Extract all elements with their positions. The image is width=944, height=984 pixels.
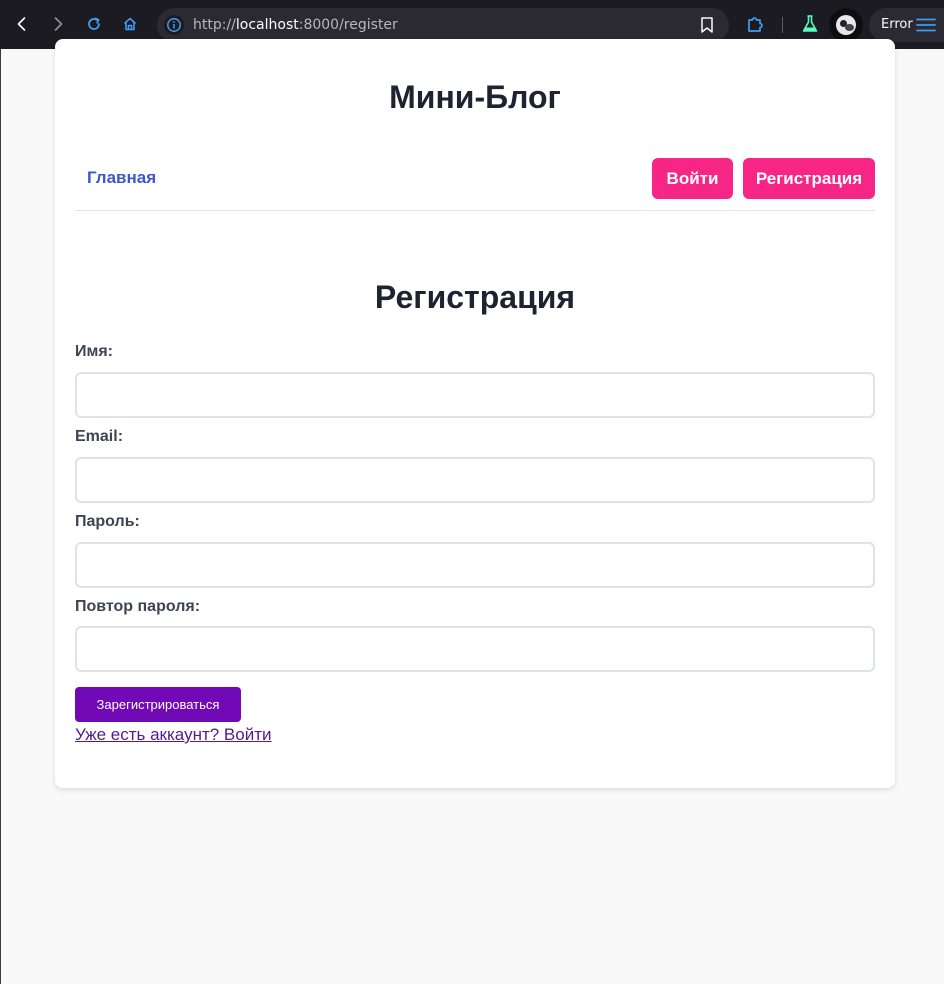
password-input[interactable] [75, 542, 875, 588]
bookmark-icon[interactable] [699, 16, 715, 39]
hamburger-menu-icon[interactable] [916, 17, 936, 33]
password-confirm-label: Повтор пароля: [75, 598, 201, 615]
url-bar[interactable]: http://localhost:8000/register [157, 8, 729, 42]
login-link[interactable]: Уже есть аккаунт? Войти [75, 725, 272, 745]
account-avatar[interactable] [829, 8, 863, 42]
nav-register-button[interactable]: Регистрация [743, 158, 875, 199]
password-label: Пароль: [75, 513, 140, 530]
nav-home-link[interactable]: Главная [87, 168, 156, 188]
error-label: Error [881, 17, 913, 32]
flask-icon[interactable] [801, 14, 819, 39]
form-title: Регистрация [374, 279, 576, 315]
url-path: :8000/register [298, 17, 398, 33]
email-label: Email: [75, 428, 124, 445]
password-confirm-input[interactable] [75, 626, 875, 672]
name-label: Имя: [75, 343, 113, 360]
toolbar-separator [782, 17, 783, 33]
puzzle-icon[interactable] [745, 14, 765, 39]
name-input[interactable] [75, 372, 875, 418]
avatar-icon [836, 15, 856, 35]
site-navigation: Главная Войти Регистрация [75, 158, 875, 211]
page-viewport: Мини-Блог Главная Войти Регистрация Реги… [0, 39, 944, 984]
reload-button[interactable] [80, 10, 108, 38]
forward-button[interactable] [44, 10, 72, 38]
content-card: Мини-Блог Главная Войти Регистрация Реги… [55, 39, 895, 788]
url-text: http://localhost:8000/register [193, 8, 398, 42]
info-icon[interactable] [164, 15, 184, 35]
home-button[interactable] [116, 10, 144, 38]
home-icon [123, 17, 137, 31]
back-button[interactable] [8, 10, 36, 38]
chevron-left-icon [17, 17, 26, 31]
email-input[interactable] [75, 457, 875, 503]
chevron-right-icon [54, 17, 63, 31]
register-submit-button[interactable]: Зарегистрироваться [75, 687, 241, 722]
site-title: Мини-Блог [389, 79, 561, 115]
url-scheme: http:// [193, 17, 236, 33]
url-host: localhost [235, 17, 299, 33]
reload-icon [88, 17, 100, 30]
error-button[interactable]: Error [869, 8, 944, 42]
nav-login-button[interactable]: Войти [652, 158, 733, 199]
